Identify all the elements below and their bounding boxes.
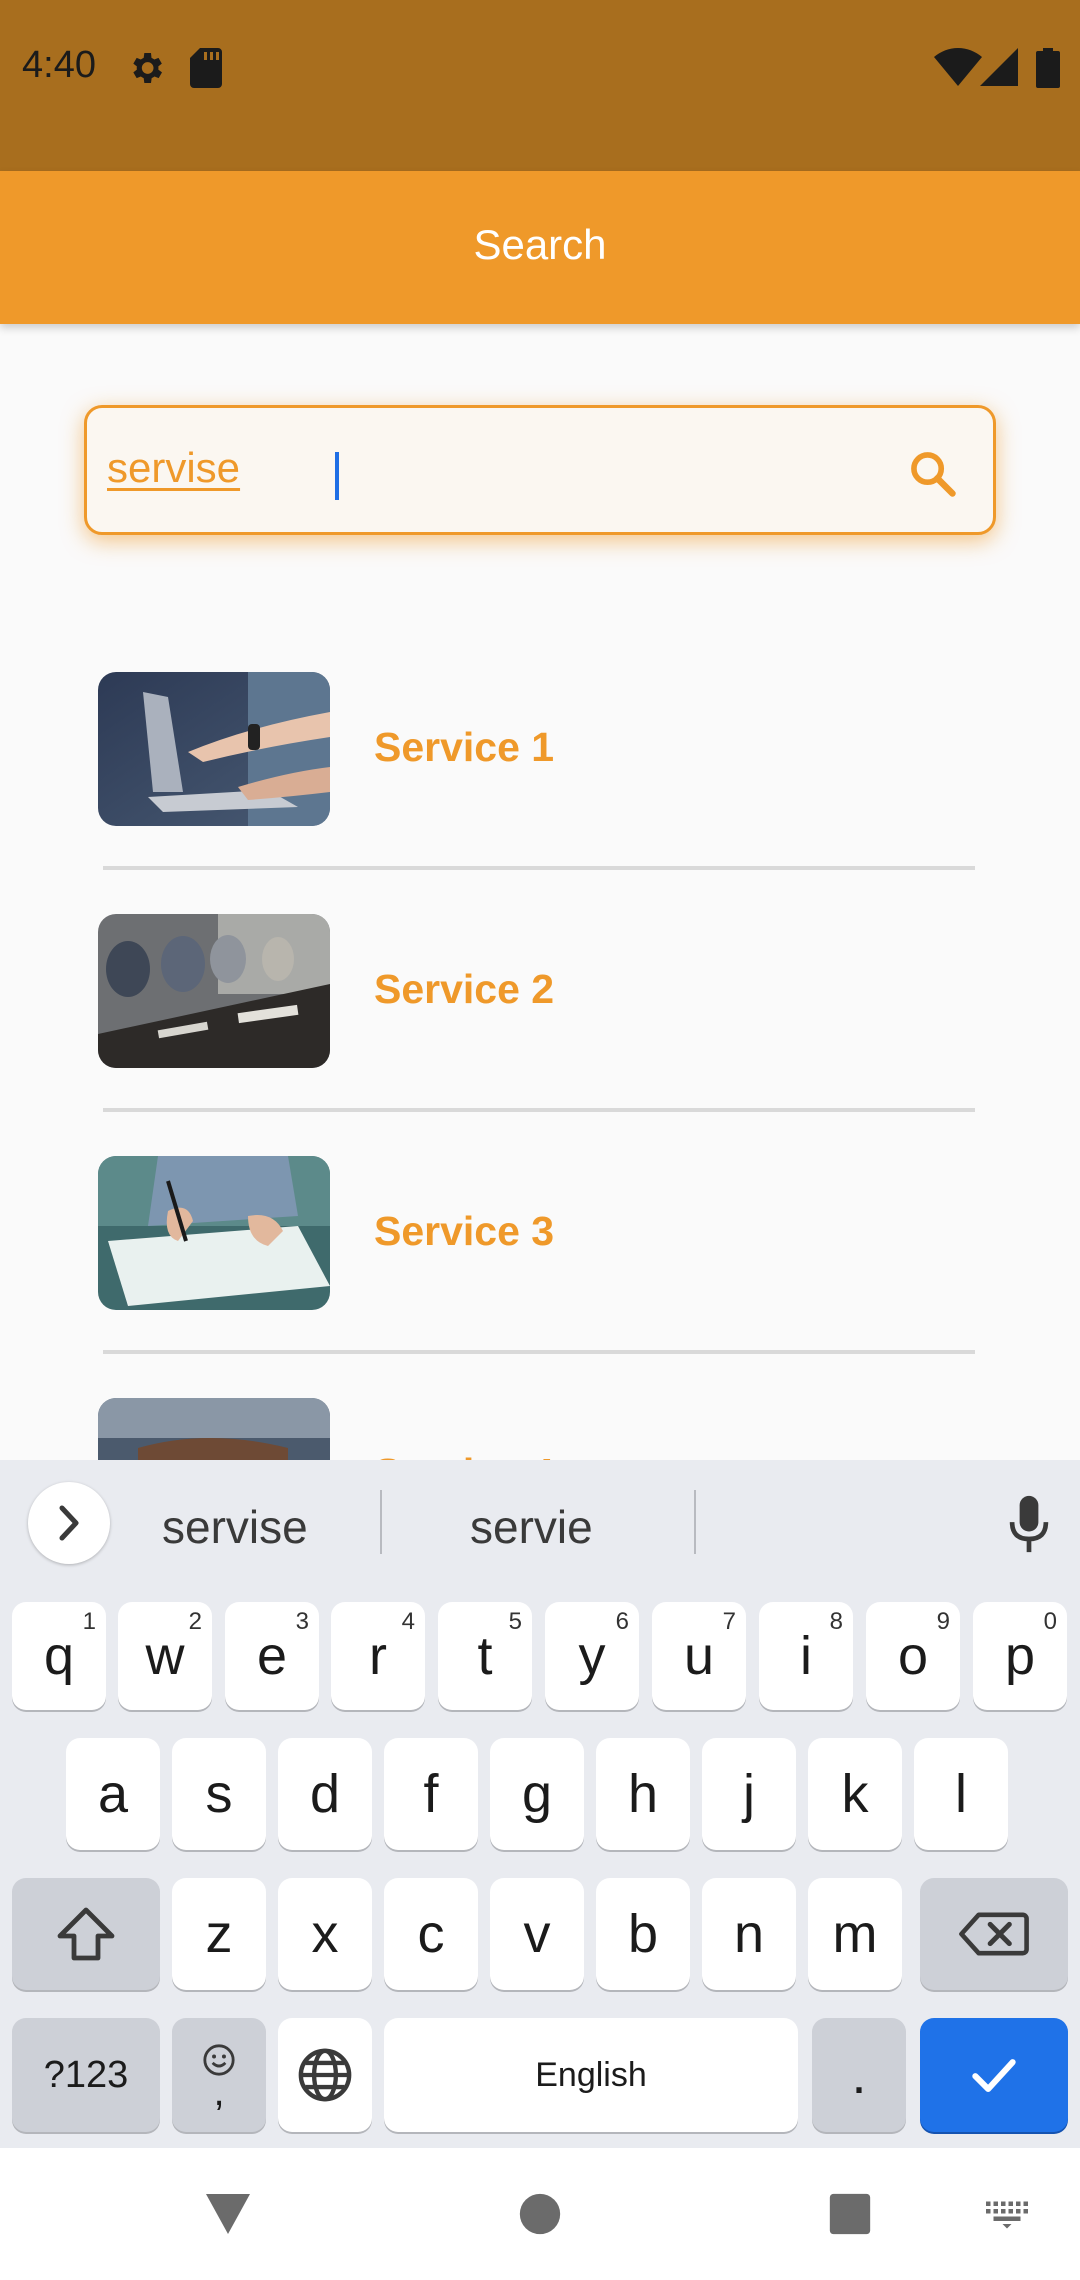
key-x[interactable]: x <box>278 1878 372 1990</box>
key-d[interactable]: d <box>278 1738 372 1850</box>
chevron-right-icon <box>59 1505 79 1541</box>
comma-label: , <box>213 2070 225 2114</box>
space-key[interactable]: English <box>384 2018 798 2132</box>
shift-key[interactable] <box>12 1878 160 1990</box>
key-a[interactable]: a <box>66 1738 160 1850</box>
service-2-thumbnail <box>98 914 330 1068</box>
symbols-key[interactable]: ?123 <box>12 2018 160 2132</box>
search-input-value[interactable]: servise <box>107 444 240 492</box>
search-icon[interactable] <box>907 448 959 500</box>
key-w[interactable]: w2 <box>118 1602 212 1710</box>
microphone-icon[interactable] <box>1006 1494 1052 1554</box>
key-k[interactable]: k <box>808 1738 902 1850</box>
signal-icon <box>980 48 1018 86</box>
list-item-service-1[interactable]: Service 1 <box>0 652 1080 894</box>
recents-icon[interactable] <box>828 2192 872 2236</box>
check-icon <box>972 2059 1016 2093</box>
key-h[interactable]: h <box>596 1738 690 1850</box>
key-q[interactable]: q1 <box>12 1602 106 1710</box>
period-key[interactable]: . <box>812 2018 906 2132</box>
search-input[interactable]: servise <box>84 405 996 535</box>
key-e[interactable]: e3 <box>225 1602 319 1710</box>
list-item-service-2[interactable]: Service 2 <box>0 894 1080 1136</box>
back-icon[interactable] <box>204 2192 252 2236</box>
key-u[interactable]: u7 <box>652 1602 746 1710</box>
service-3-label[interactable]: Service 3 <box>374 1208 554 1255</box>
backspace-key[interactable] <box>920 1878 1068 1990</box>
suggestion-bar: servise servie <box>0 1460 1080 1584</box>
language-key[interactable] <box>278 2018 372 2132</box>
key-z[interactable]: z <box>172 1878 266 1990</box>
suggestion-divider <box>380 1490 382 1554</box>
home-icon[interactable] <box>518 2192 562 2236</box>
key-g[interactable]: g <box>490 1738 584 1850</box>
battery-icon <box>1036 48 1060 88</box>
key-j[interactable]: j <box>702 1738 796 1850</box>
key-f[interactable]: f <box>384 1738 478 1850</box>
key-v[interactable]: v <box>490 1878 584 1990</box>
key-b[interactable]: b <box>596 1878 690 1990</box>
divider <box>103 1350 975 1354</box>
suggestion-1[interactable]: servise <box>162 1500 308 1554</box>
emoji-comma-key[interactable]: , <box>172 2018 266 2132</box>
sd-card-icon <box>190 48 222 88</box>
soft-keyboard: servise servie q1 w2 e3 r4 t5 y6 u7 i8 o… <box>0 1460 1080 2148</box>
key-l[interactable]: l <box>914 1738 1008 1850</box>
divider <box>103 866 975 870</box>
key-n[interactable]: n <box>702 1878 796 1990</box>
text-cursor <box>335 452 339 500</box>
service-1-thumbnail <box>98 672 330 826</box>
key-o[interactable]: o9 <box>866 1602 960 1710</box>
app-bar: Search <box>0 171 1080 324</box>
key-t[interactable]: t5 <box>438 1602 532 1710</box>
suggestion-divider <box>694 1490 696 1554</box>
shift-icon <box>57 1907 115 1961</box>
wifi-icon <box>934 48 982 86</box>
expand-suggestions-button[interactable] <box>28 1482 110 1564</box>
key-c[interactable]: c <box>384 1878 478 1990</box>
keyboard-hide-icon[interactable] <box>984 2200 1030 2230</box>
navigation-bar <box>0 2148 1080 2280</box>
key-p[interactable]: p0 <box>973 1602 1067 1710</box>
key-m[interactable]: m <box>808 1878 902 1990</box>
suggestion-2[interactable]: servie <box>470 1500 593 1554</box>
divider <box>103 1108 975 1112</box>
service-1-label[interactable]: Service 1 <box>374 724 554 771</box>
key-y[interactable]: y6 <box>545 1602 639 1710</box>
key-i[interactable]: i8 <box>759 1602 853 1710</box>
service-2-label[interactable]: Service 2 <box>374 966 554 1013</box>
backspace-icon <box>959 1912 1029 1956</box>
settings-icon <box>133 53 162 83</box>
page-title: Search <box>473 221 607 268</box>
done-key[interactable] <box>920 2018 1068 2132</box>
list-item-service-3[interactable]: Service 3 <box>0 1136 1080 1378</box>
key-r[interactable]: r4 <box>331 1602 425 1710</box>
screen: 4:40 Search servise Service 1 Service 2 … <box>0 0 1080 2280</box>
key-s[interactable]: s <box>172 1738 266 1850</box>
status-bar: 4:40 <box>0 0 1080 171</box>
globe-icon <box>298 2048 352 2102</box>
service-3-thumbnail <box>98 1156 330 1310</box>
status-time: 4:40 <box>22 44 96 86</box>
